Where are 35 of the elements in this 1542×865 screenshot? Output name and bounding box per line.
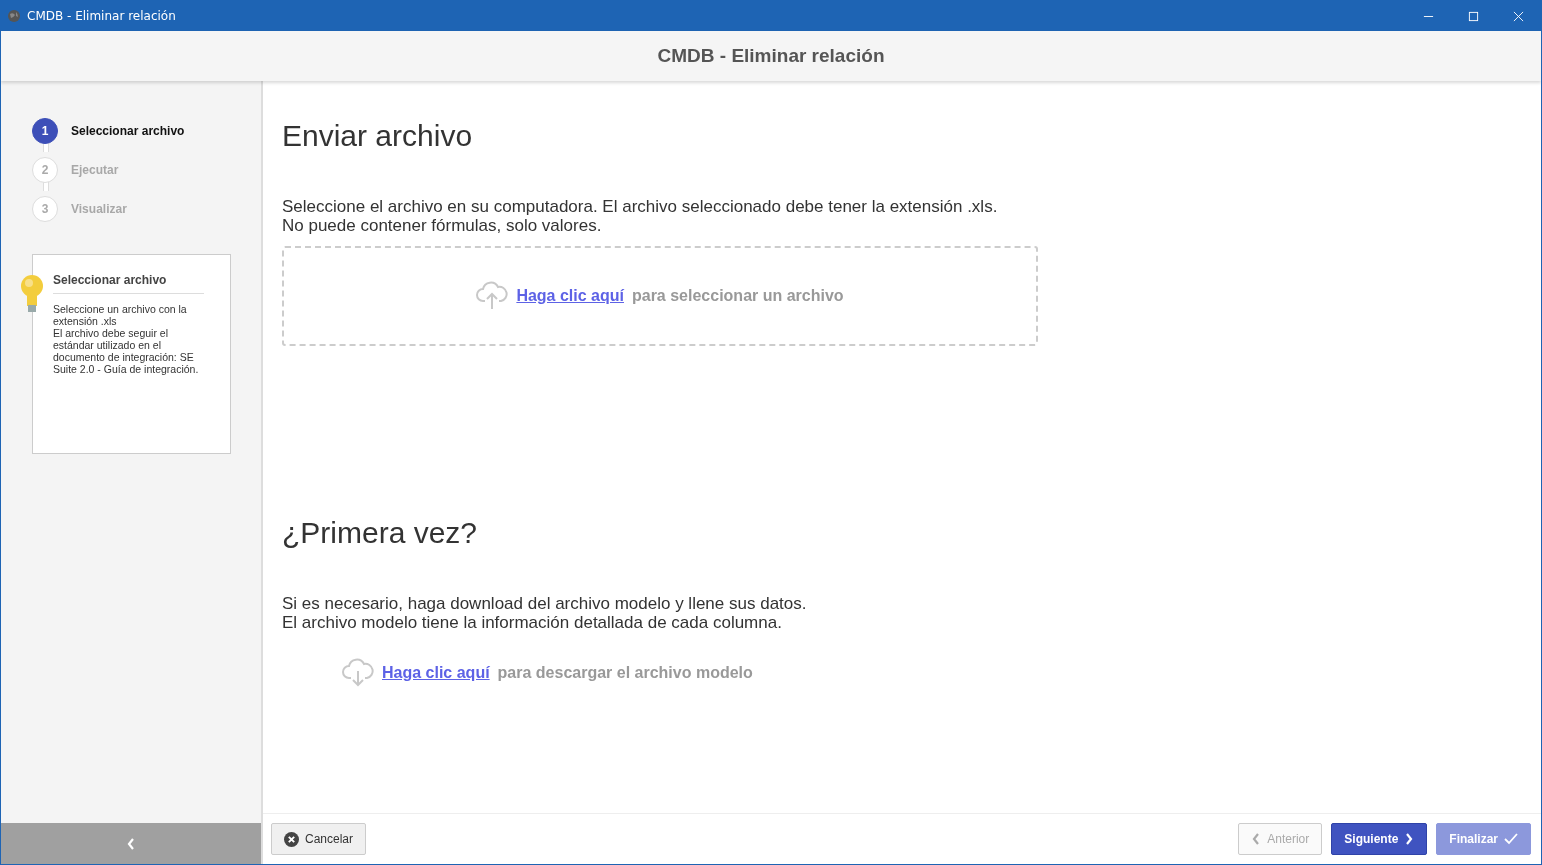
maximize-icon[interactable] [1468,10,1479,22]
download-template-link[interactable]: Haga clic aquí [382,664,490,682]
file-drop-zone[interactable]: Haga clic aquí para seleccionar un archivo [282,246,1038,346]
step-label: Seleccionar archivo [71,123,185,138]
cloud-download-icon [342,658,374,688]
step-label: Visualizar [71,201,127,216]
instruction-text: Si es necesario, haga download del archivo modelo y llene sus datos. [282,594,808,613]
close-icon[interactable] [1513,10,1524,22]
step-number: 2 [32,156,58,183]
instruction-text: No puede contener fórmulas, solo valores. [282,216,603,235]
link-description: para descargar el archivo modelo [497,664,753,682]
chevron-right-icon [1404,832,1415,846]
help-text: Seleccione un archivo con la extensión .xls [53,303,188,327]
step-label: Ejecutar [71,162,119,177]
close-circle-icon [284,831,299,847]
lightbulb-icon [20,274,44,314]
cloud-upload-icon [476,281,509,311]
link-description: para seleccionar un archivo [631,287,844,305]
window-title: CMDB - Eliminar relación [27,9,176,23]
instruction-text: El archivo modelo tiene la información detallada de cada columna. [282,613,783,632]
step-number: 1 [32,117,58,144]
globe-icon [7,9,21,23]
cancel-button[interactable]: Cancelar [271,823,367,855]
instruction-text: Seleccione el archivo en su computadora. El archivo seleccionado debe tener la extensión .xls. [282,197,999,216]
check-icon [1504,832,1518,846]
help-text: El archivo debe seguir el estándar utilizado en el documento de integración: SE Suite 2.0 - Guía de integración. [53,327,200,375]
section-heading: ¿Primera vez? [282,516,479,550]
chevron-left-icon [1251,832,1262,846]
chevron-left-icon[interactable] [126,836,136,851]
step-number: 3 [32,195,58,222]
next-button[interactable]: Siguiente [1331,823,1428,855]
help-title: Seleccionar archivo [53,273,204,294]
select-file-link[interactable]: Haga clic aquí [516,287,624,305]
page-title: CMDB - Eliminar relación [657,45,885,67]
section-heading: Enviar archivo [282,119,474,153]
